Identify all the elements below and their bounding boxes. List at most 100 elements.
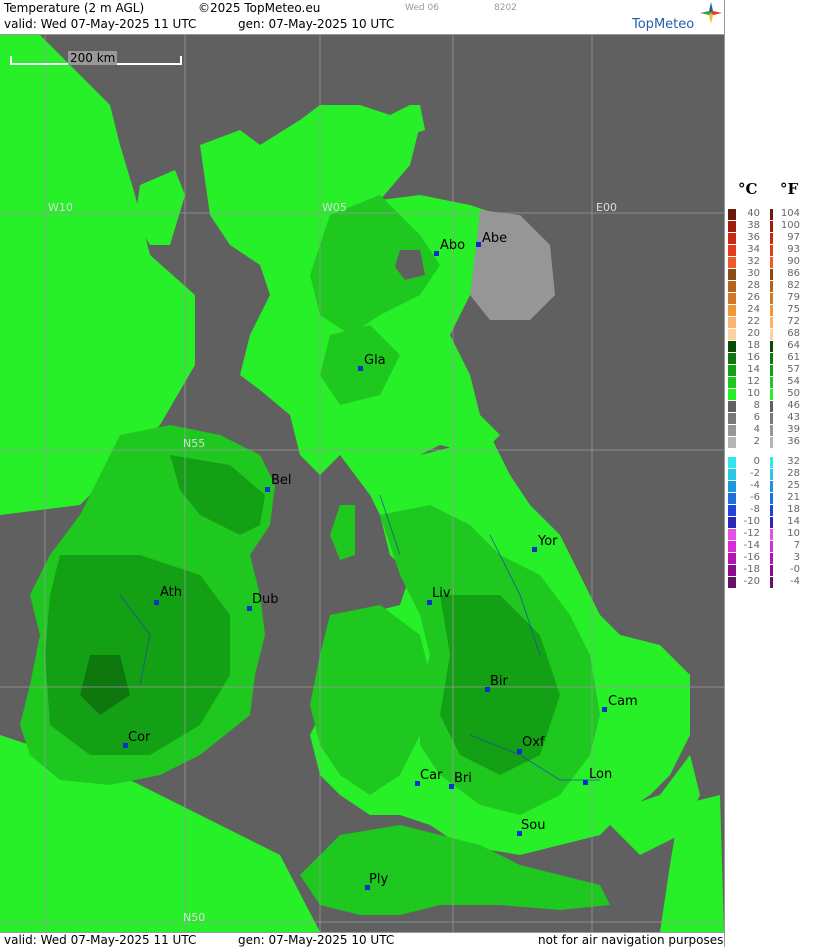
city-label-dublin: Dub <box>252 592 279 607</box>
legend-fahrenheit-value: 75 <box>787 304 800 315</box>
legend-fahrenheit-value: 104 <box>780 208 800 219</box>
legend-celsius-value: 40 <box>747 208 760 219</box>
legend-swatch-fahrenheit <box>770 553 773 564</box>
legend-swatch-celsius <box>728 493 736 504</box>
legend-swatch-celsius <box>728 469 736 480</box>
legend-fahrenheit-value: 7 <box>793 540 800 551</box>
city-marker[interactable] <box>602 707 607 712</box>
legend-celsius-value: 0 <box>753 456 760 467</box>
coord-n55: N55 <box>183 437 206 450</box>
legend-celsius-value: 12 <box>747 376 760 387</box>
legend-celsius-value: 4 <box>753 424 760 435</box>
legend-celsius-value: 10 <box>747 388 760 399</box>
valid-time: valid: Wed 07-May-2025 11 UTC <box>4 17 197 31</box>
legend-swatch-celsius <box>728 341 736 352</box>
legend-swatch-fahrenheit <box>770 437 773 448</box>
legend-swatch-celsius <box>728 541 736 552</box>
legend-swatch-fahrenheit <box>770 257 773 268</box>
legend-fahrenheit-value: 64 <box>787 340 800 351</box>
legend-swatch-celsius <box>728 565 736 576</box>
city-label-oxford: Oxf <box>522 735 545 750</box>
legend-swatch-celsius <box>728 553 736 564</box>
legend-celsius-value: 2 <box>753 436 760 447</box>
legend-swatch-celsius <box>728 365 736 376</box>
legend-swatch-celsius <box>728 481 736 492</box>
coord-w05: W05 <box>322 201 347 214</box>
legend-celsius-value: -10 <box>743 516 760 527</box>
city-label-aberdeen-airport: Abo <box>440 238 466 253</box>
city-label-belfast: Bel <box>271 473 292 488</box>
legend-celsius-value: -20 <box>743 576 760 587</box>
legend-swatch-celsius <box>728 529 736 540</box>
legend-swatch-fahrenheit <box>770 293 773 304</box>
city-marker[interactable] <box>265 487 270 492</box>
legend-swatch-fahrenheit <box>770 353 773 364</box>
map-title: Temperature (2 m AGL) <box>4 1 145 15</box>
temperature-legend: °C °F 40 104 38 100 36 97 34 93 32 90 30 86 28 82 26 79… <box>726 180 816 600</box>
legend-fahrenheit-value: 57 <box>787 364 800 375</box>
legend-fahrenheit-value: 14 <box>787 516 800 527</box>
legend-swatch-fahrenheit <box>770 529 773 540</box>
legend-fahrenheit-value: 86 <box>787 268 800 279</box>
legend-swatch-celsius <box>728 317 736 328</box>
legend-fahrenheit-value: 72 <box>787 316 800 327</box>
legend-celsius-label: °C <box>738 180 758 198</box>
legend-celsius-value: 36 <box>747 232 760 243</box>
city-label-athlone: Ath <box>160 585 183 600</box>
legend-celsius-value: -18 <box>743 564 760 575</box>
temperature-map[interactable]: 200 km W10 W05 E00 N55 N50 Abo Abe Gla B… <box>0 35 724 932</box>
city-marker[interactable] <box>358 366 363 371</box>
legend-swatch-celsius <box>728 505 736 516</box>
legend-swatch-fahrenheit <box>770 577 773 588</box>
legend-celsius-value: 38 <box>747 220 760 231</box>
city-marker[interactable] <box>476 242 481 247</box>
legend-fahrenheit-value: 39 <box>787 424 800 435</box>
legend-swatch-celsius <box>728 413 736 424</box>
city-label-bristol: Bri <box>454 771 472 786</box>
legend-fahrenheit-value: 93 <box>787 244 800 255</box>
legend-fahrenheit-label: °F <box>780 180 799 198</box>
legend-swatch-celsius <box>728 517 736 528</box>
legend-swatch-fahrenheit <box>770 413 773 424</box>
legend-fahrenheit-value: 79 <box>787 292 800 303</box>
map-graphic <box>0 35 724 932</box>
legend-swatch-fahrenheit <box>770 233 773 244</box>
legend-swatch-celsius <box>728 269 736 280</box>
legend-swatch-fahrenheit <box>770 505 773 516</box>
legend-swatch-fahrenheit <box>770 221 773 232</box>
city-marker[interactable] <box>434 251 439 256</box>
legend-swatch-celsius <box>728 353 736 364</box>
legend-celsius-value: 6 <box>753 412 760 423</box>
legend-swatch-fahrenheit <box>770 493 773 504</box>
legend-celsius-value: 24 <box>747 304 760 315</box>
legend-celsius-value: -4 <box>750 480 760 491</box>
city-marker[interactable] <box>583 780 588 785</box>
legend-swatch-celsius <box>728 305 736 316</box>
legend-celsius-value: 20 <box>747 328 760 339</box>
legend-swatch-fahrenheit <box>770 517 773 528</box>
legend-celsius-value: 18 <box>747 340 760 351</box>
legend-fahrenheit-value: 21 <box>787 492 800 503</box>
legend-celsius-value: 22 <box>747 316 760 327</box>
legend-swatch-celsius <box>728 209 736 220</box>
compass-logo-icon <box>700 2 722 24</box>
coord-w10: W10 <box>48 201 73 214</box>
legend-swatch-fahrenheit <box>770 401 773 412</box>
city-label-plymouth: Ply <box>369 872 389 887</box>
legend-swatch-celsius <box>728 329 736 340</box>
legend-celsius-value: -12 <box>743 528 760 539</box>
scale-tick-right <box>180 56 182 65</box>
legend-swatch-fahrenheit <box>770 329 773 340</box>
legend-swatch-fahrenheit <box>770 269 773 280</box>
city-marker[interactable] <box>154 600 159 605</box>
legend-swatch-fahrenheit <box>770 457 773 468</box>
legend-swatch-fahrenheit <box>770 481 773 492</box>
legend-fahrenheit-value: 10 <box>787 528 800 539</box>
city-marker[interactable] <box>532 547 537 552</box>
legend-swatch-celsius <box>728 233 736 244</box>
legend-swatch-celsius <box>728 401 736 412</box>
legend-celsius-value: 26 <box>747 292 760 303</box>
brand-name: TopMeteo <box>632 17 695 32</box>
legend-swatch-fahrenheit <box>770 365 773 376</box>
legend-swatch-fahrenheit <box>770 377 773 388</box>
